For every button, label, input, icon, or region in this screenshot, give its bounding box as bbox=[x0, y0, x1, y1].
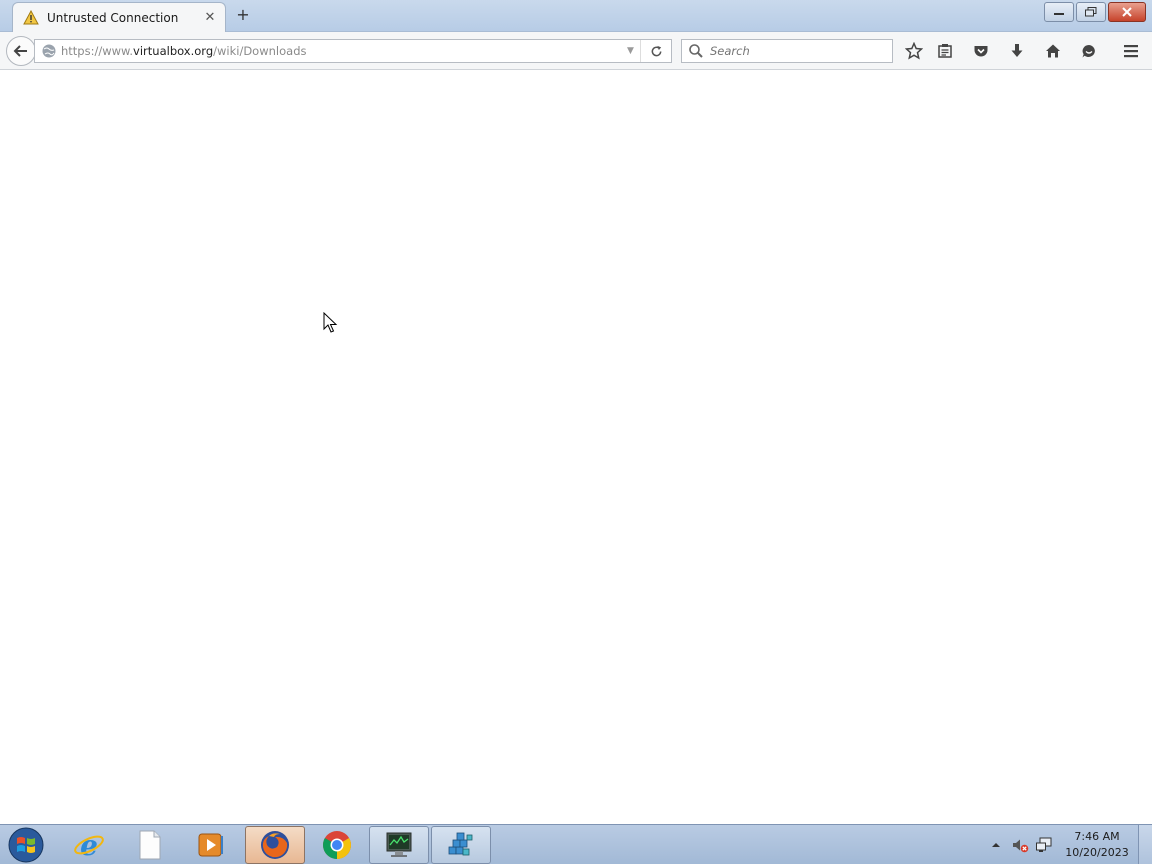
network-icon bbox=[1036, 837, 1052, 852]
internet-explorer-icon: e bbox=[74, 829, 104, 861]
close-icon bbox=[1122, 7, 1132, 17]
reading-list-button[interactable] bbox=[934, 41, 956, 61]
file-icon bbox=[139, 830, 161, 860]
volume-muted-icon bbox=[1013, 839, 1029, 853]
restore-button[interactable] bbox=[1076, 2, 1106, 22]
taskbar-file[interactable] bbox=[120, 826, 180, 864]
history-dropdown-icon[interactable]: ▼ bbox=[621, 40, 641, 62]
url-prefix: https://www. bbox=[61, 44, 134, 58]
new-tab-button[interactable]: + bbox=[234, 6, 252, 24]
home-icon bbox=[1046, 44, 1060, 58]
computer-monitor-icon bbox=[386, 832, 412, 857]
downloads-button[interactable] bbox=[1006, 41, 1028, 61]
bookmark-star-button[interactable] bbox=[903, 41, 925, 61]
hello-icon bbox=[1082, 45, 1095, 58]
menu-button[interactable] bbox=[1120, 41, 1142, 61]
back-button[interactable] bbox=[6, 36, 36, 66]
taskbar-firefox[interactable] bbox=[245, 826, 305, 864]
taskbar-computer-monitor[interactable] bbox=[369, 826, 429, 864]
window-controls bbox=[1044, 2, 1146, 22]
menu-icon bbox=[1124, 45, 1138, 58]
page-content[interactable] bbox=[0, 71, 1152, 824]
start-button[interactable] bbox=[4, 826, 48, 864]
tab-untrusted-connection[interactable]: Untrusted Connection ✕ bbox=[12, 2, 226, 32]
chevron-up-icon bbox=[992, 843, 1000, 847]
globe-icon bbox=[42, 44, 56, 58]
search-icon bbox=[689, 44, 703, 58]
restore-icon bbox=[1085, 7, 1097, 17]
warning-icon bbox=[23, 9, 39, 24]
search-bar[interactable] bbox=[681, 39, 893, 63]
taskbar: e 7:46 AM 10/20/2023 bbox=[0, 824, 1152, 864]
volume-muted-button[interactable] bbox=[1010, 835, 1030, 855]
show-desktop-button[interactable] bbox=[1138, 825, 1152, 864]
reload-icon bbox=[651, 45, 661, 56]
chrome-icon bbox=[323, 831, 351, 859]
system-tray: 7:46 AM 10/20/2023 bbox=[984, 825, 1152, 864]
reload-button[interactable] bbox=[641, 40, 671, 62]
windows-logo-icon bbox=[8, 827, 44, 863]
registry-tool-icon bbox=[448, 832, 473, 856]
home-button[interactable] bbox=[1042, 41, 1064, 61]
tab-close-icon[interactable]: ✕ bbox=[203, 10, 217, 25]
url-text[interactable]: https://www.virtualbox.org/wiki/Download… bbox=[61, 44, 621, 58]
taskbar-registry-tool[interactable] bbox=[431, 826, 491, 864]
download-icon bbox=[1011, 44, 1023, 57]
minimize-button[interactable] bbox=[1044, 2, 1074, 22]
search-input[interactable] bbox=[710, 44, 880, 58]
firefox-icon bbox=[261, 831, 289, 859]
tab-strip: Untrusted Connection ✕ + bbox=[0, 0, 1152, 32]
clock-date: 10/20/2023 bbox=[1065, 846, 1129, 859]
taskbar-media-player[interactable] bbox=[181, 826, 241, 864]
mouse-cursor-icon bbox=[323, 312, 338, 333]
minimize-icon bbox=[1054, 13, 1064, 15]
pocket-button[interactable] bbox=[970, 41, 992, 61]
back-arrow-icon bbox=[13, 45, 27, 57]
svg-text:e: e bbox=[80, 829, 98, 861]
nav-bar: https://www.virtualbox.org/wiki/Download… bbox=[0, 32, 1152, 70]
taskbar-chrome[interactable] bbox=[307, 826, 367, 864]
url-bar[interactable]: https://www.virtualbox.org/wiki/Download… bbox=[34, 39, 672, 63]
pocket-icon bbox=[974, 46, 988, 57]
url-host: virtualbox.org bbox=[133, 44, 214, 58]
tab-title: Untrusted Connection bbox=[47, 10, 179, 25]
media-player-icon bbox=[198, 833, 223, 857]
close-window-button[interactable] bbox=[1108, 2, 1146, 22]
clock[interactable]: 7:46 AM 10/20/2023 bbox=[1062, 829, 1132, 861]
show-hidden-icons-button[interactable] bbox=[986, 835, 1006, 855]
hello-button[interactable] bbox=[1078, 41, 1100, 61]
bookmark-star-icon bbox=[905, 42, 923, 60]
desktop-screen: Untrusted Connection ✕ + https://www.vir… bbox=[0, 0, 1152, 864]
reading-list-icon bbox=[938, 44, 952, 58]
network-button[interactable] bbox=[1034, 835, 1054, 855]
clock-time: 7:46 AM bbox=[1074, 830, 1120, 843]
taskbar-internet-explorer[interactable]: e bbox=[59, 826, 119, 864]
url-path: /wiki/Downloads bbox=[213, 44, 307, 58]
